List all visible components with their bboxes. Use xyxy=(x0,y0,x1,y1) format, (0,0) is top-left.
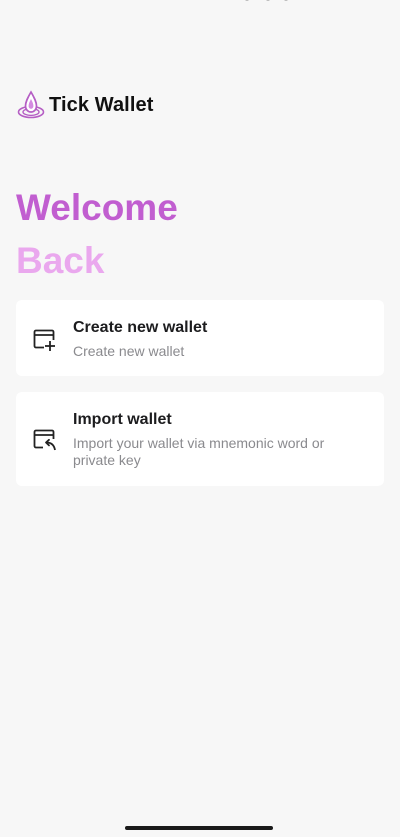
home-indicator[interactable] xyxy=(125,826,273,830)
welcome-title: Welcome xyxy=(16,187,178,228)
status-dot xyxy=(266,0,270,1)
welcome-subtitle: Back xyxy=(16,240,105,281)
import-wallet-subtitle: Import your wallet via mnemonic word or … xyxy=(73,435,325,468)
tick-wallet-logo-icon xyxy=(17,90,45,119)
import-wallet-button[interactable]: Import wallet Import your wallet via mne… xyxy=(16,392,384,486)
create-wallet-subtitle: Create new wallet xyxy=(73,343,185,359)
app-name: Tick Wallet xyxy=(49,93,154,116)
status-dot xyxy=(245,0,249,1)
import-window-arrow-icon xyxy=(33,429,57,452)
brand-header: Tick Wallet xyxy=(17,90,153,120)
status-indicators xyxy=(245,0,305,3)
create-wallet-button[interactable]: Create new wallet Create new wallet xyxy=(16,300,384,376)
import-wallet-title: Import wallet xyxy=(73,411,172,428)
status-bar xyxy=(0,0,400,24)
status-dot xyxy=(284,0,288,1)
new-window-plus-icon xyxy=(33,329,56,352)
create-wallet-title: Create new wallet xyxy=(73,319,208,336)
